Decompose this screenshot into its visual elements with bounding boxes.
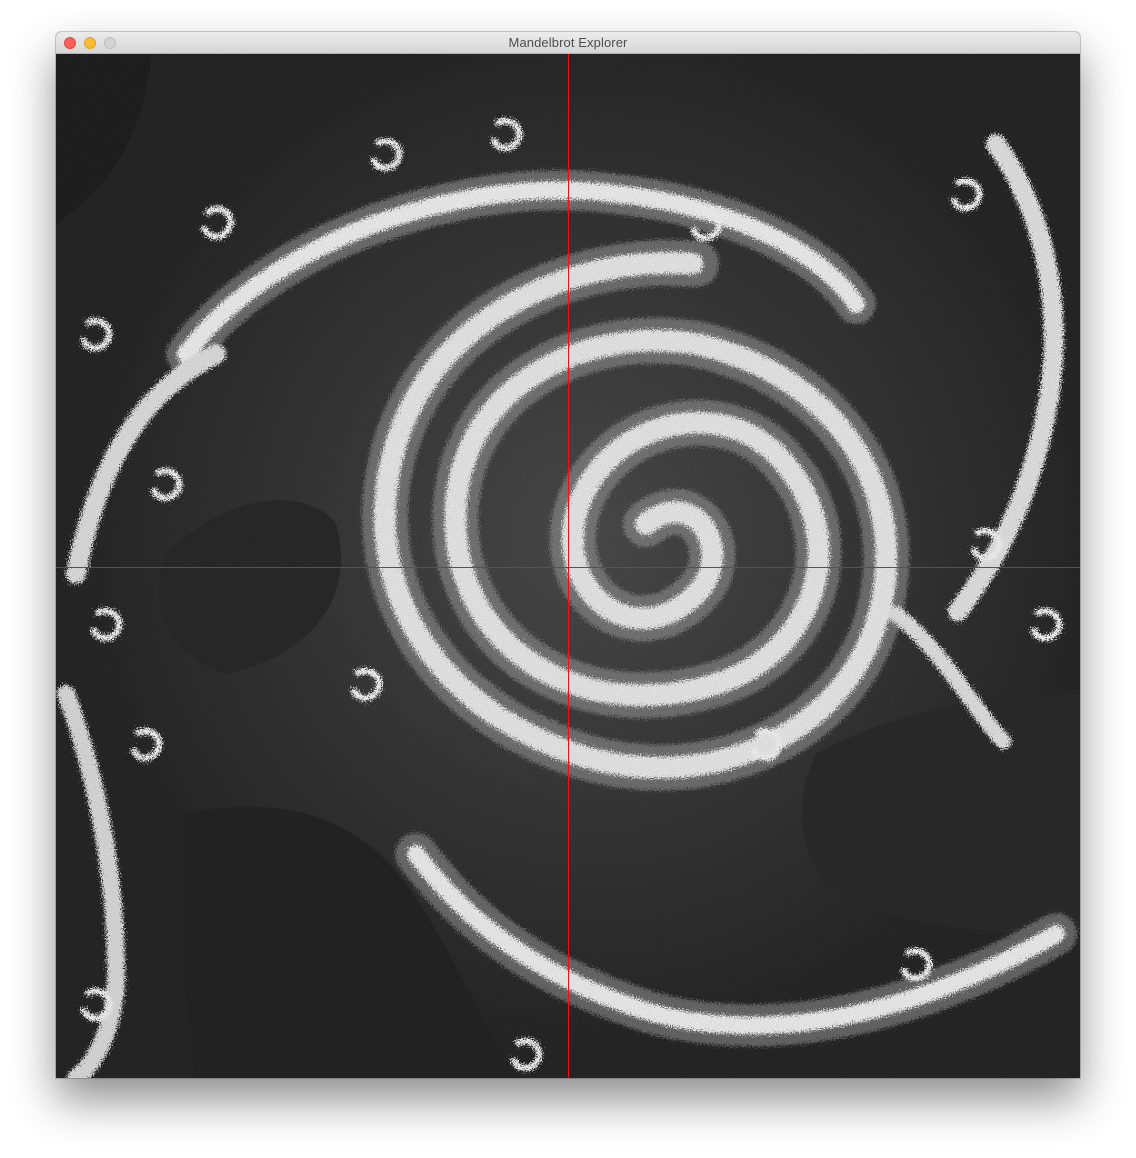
crosshair-horizontal bbox=[56, 567, 1080, 568]
crosshair-vertical bbox=[568, 54, 569, 1078]
app-window: Mandelbrot Explorer bbox=[56, 32, 1080, 1078]
fractal-canvas[interactable] bbox=[56, 54, 1080, 1078]
window-title: Mandelbrot Explorer bbox=[508, 35, 628, 50]
title-bar[interactable]: Mandelbrot Explorer bbox=[56, 32, 1080, 54]
